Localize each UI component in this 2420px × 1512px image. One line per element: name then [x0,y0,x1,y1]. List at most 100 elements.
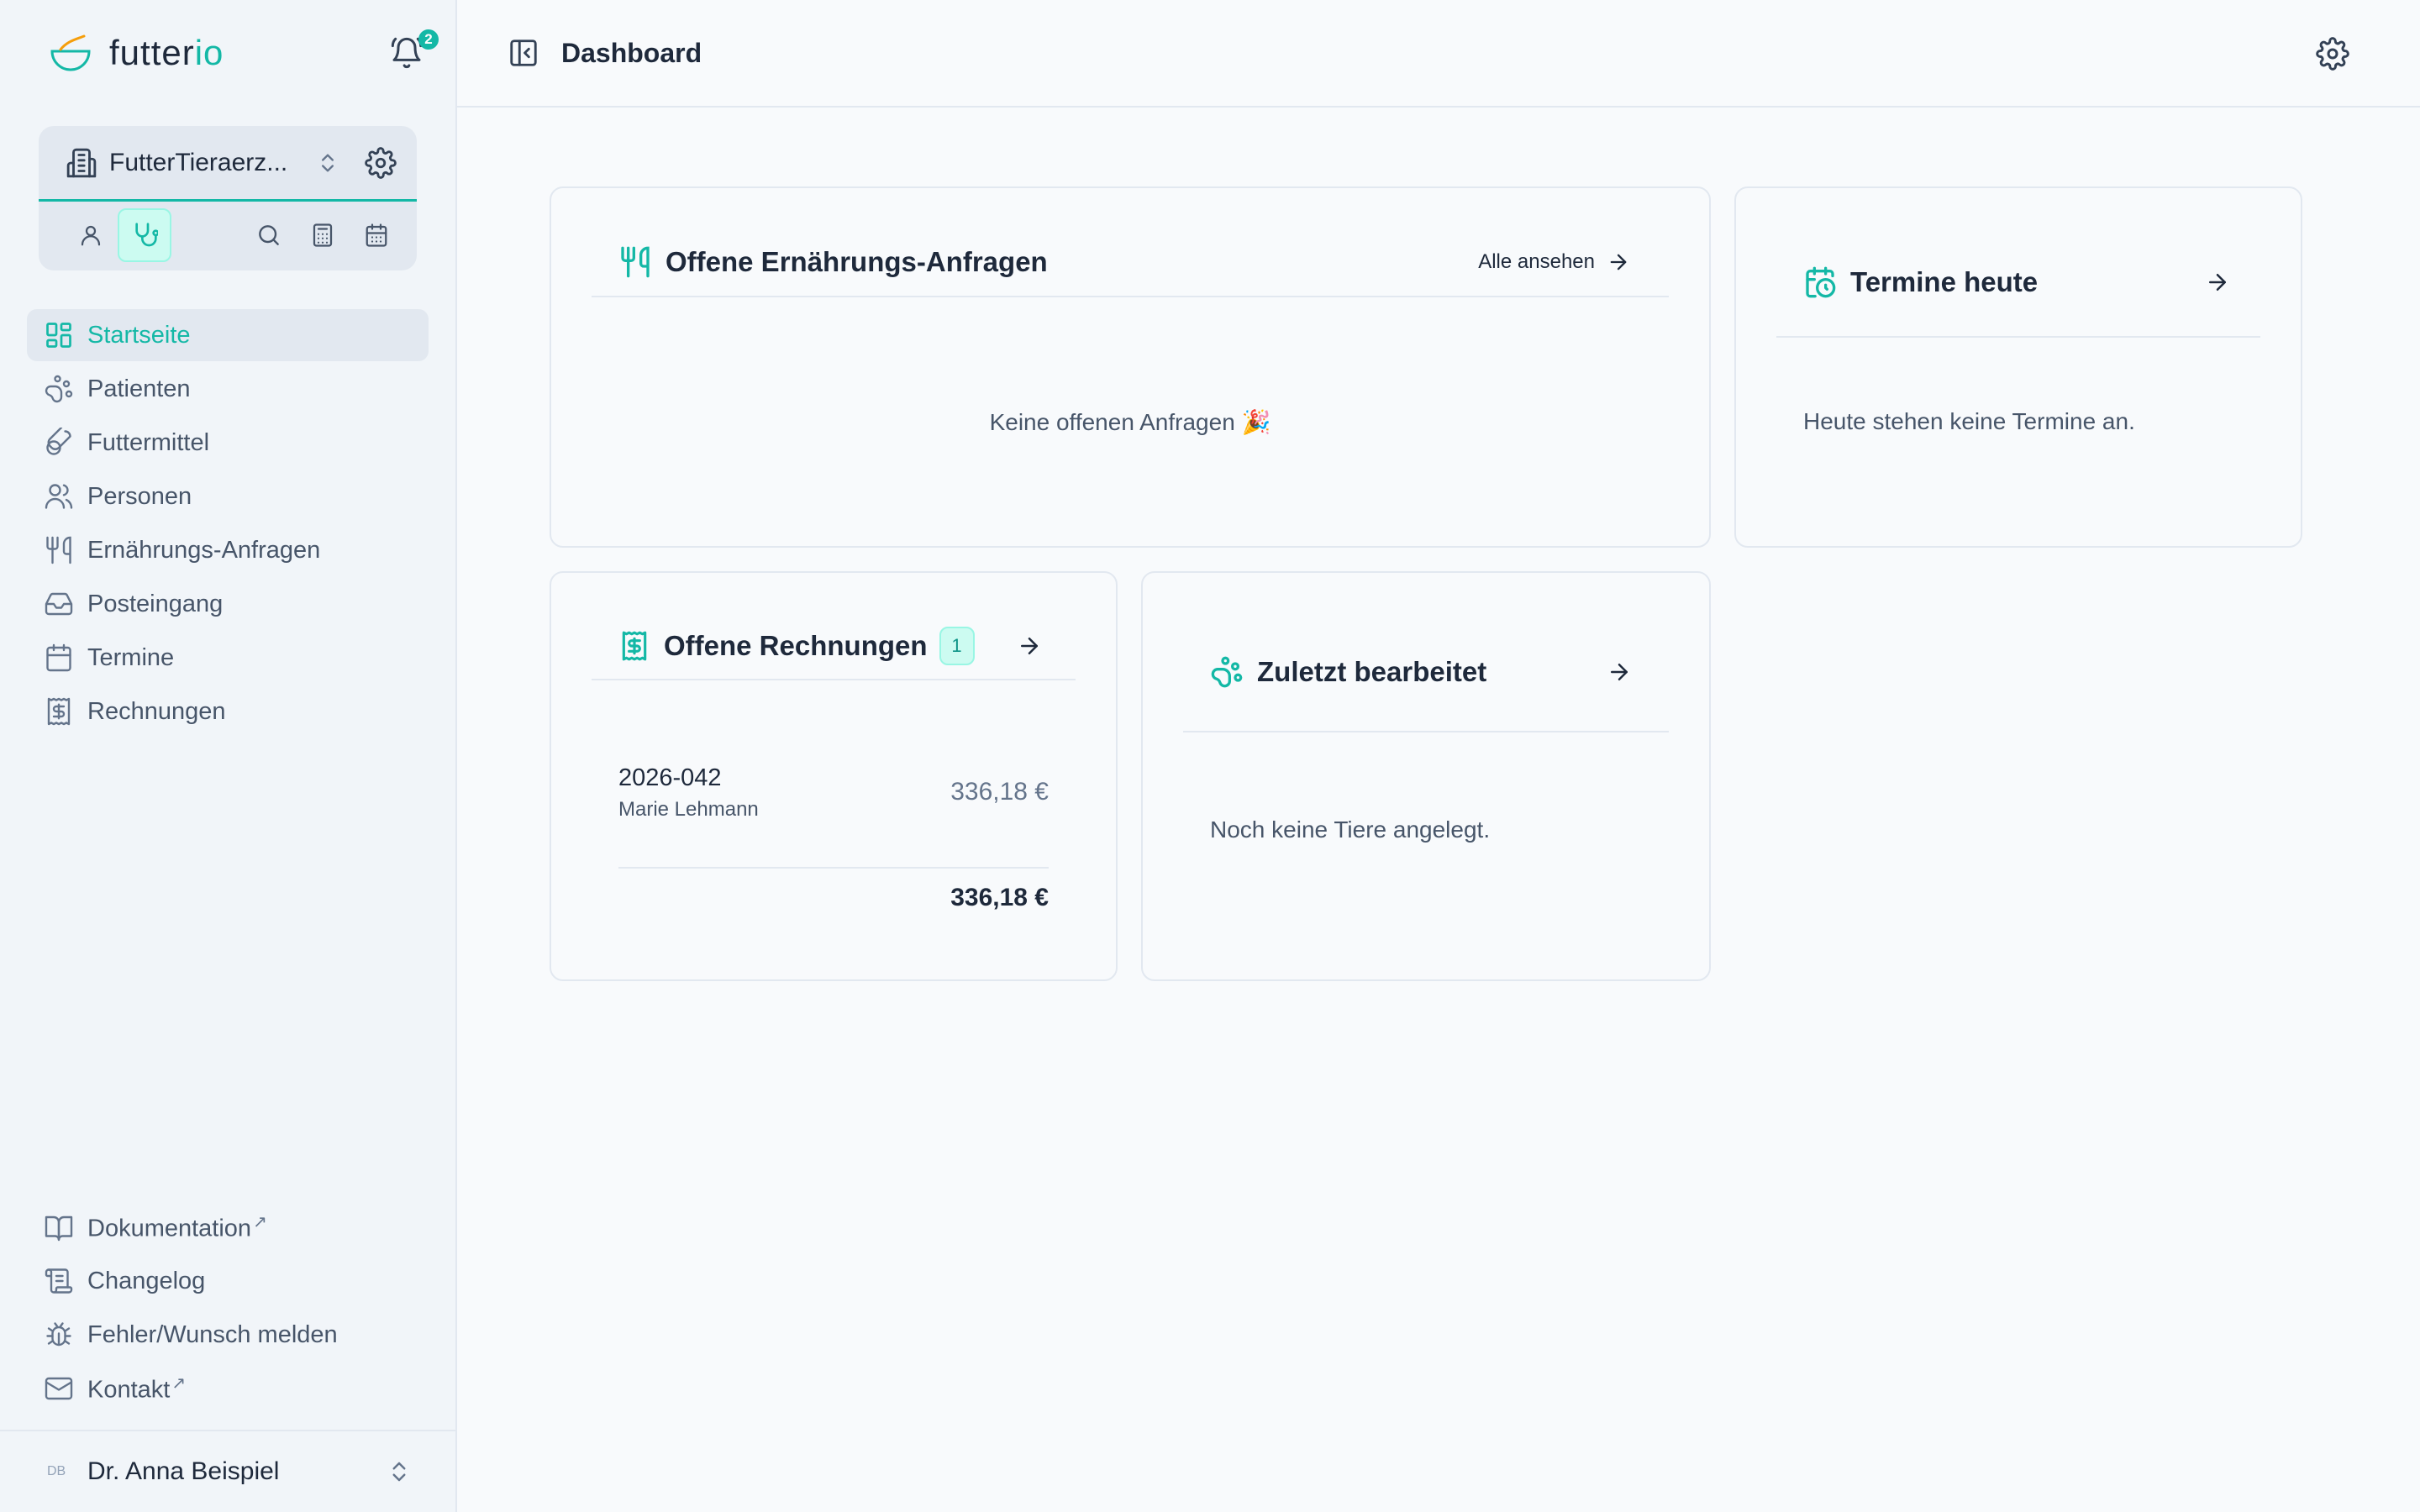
card-header: Termine heute [1776,228,2260,338]
external-link-icon: ↗ [253,1213,267,1232]
secondary-navigation: Dokumentation ↗ Changelog Fehler/Wunsch m… [27,1201,429,1416]
open-invoices-card: Offene Rechnungen 1 2026-042 Marie Lehma… [550,571,1118,981]
nav-label: Ernährungs-Anfragen [87,536,321,564]
nav-label: Termine [87,643,175,671]
main-navigation: Startseite Patienten Futtermittel Person… [0,309,455,739]
sidebar: futterio 2 FutterTieraerz... Startseite … [0,0,457,1512]
invoice-amount: 336,18 € [950,778,1049,806]
org-selector[interactable]: FutterTieraerz... [39,126,417,202]
nav-item-fehler-melden[interactable]: Fehler/Wunsch melden [27,1309,429,1361]
layout-dashboard-icon [44,320,74,350]
calculator-button[interactable] [296,208,350,262]
open-appointments-button[interactable] [2205,270,2230,295]
food-bag-icon [44,428,74,458]
sidebar-toggle-icon[interactable] [508,37,539,69]
nav-label: Dokumentation ↗ [87,1213,267,1242]
nav-item-startseite[interactable]: Startseite [27,309,429,361]
nav-item-dokumentation[interactable]: Dokumentation ↗ [27,1201,429,1253]
book-open-icon [44,1212,74,1242]
main-content: Dashboard Offene Ernährungs-Anfragen All… [457,0,2420,1512]
stethoscope-icon [131,222,158,249]
quick-tools [39,202,417,268]
invoice-row[interactable]: 2026-042 Marie Lehmann 336,18 € [618,764,1049,869]
avatar: DB [47,1464,66,1478]
open-recent-button[interactable] [1607,659,1632,685]
search-button[interactable] [242,208,296,262]
calendar-button[interactable] [350,208,403,262]
nav-item-changelog[interactable]: Changelog [27,1255,429,1307]
calculator-icon [310,223,335,248]
bowl-logo-icon [49,33,92,73]
invoice-number: 2026-042 [618,764,722,791]
nav-item-futtermittel[interactable]: Futtermittel [27,417,429,469]
chevrons-up-down-icon [387,1456,412,1488]
org-settings-gear-icon[interactable] [365,146,397,179]
user-icon [78,223,103,248]
card-title: Offene Rechnungen [664,630,928,661]
organization-switcher: FutterTieraerz... [39,126,417,270]
empty-state-text: Noch keine Tiere angelegt. [1210,816,1491,843]
notification-count-badge: 2 [418,29,439,50]
chevrons-up-down-icon [316,148,339,178]
empty-state-text: Heute stehen keine Termine an. [1803,408,2135,434]
top-bar: Dashboard [457,0,2420,108]
utensils-icon [44,535,74,565]
nav-item-ernaehrungs-anfragen[interactable]: Ernährungs-Anfragen [27,524,429,576]
page-title: Dashboard [561,37,702,68]
search-icon [255,222,282,249]
notifications-button[interactable]: 2 [381,28,439,78]
nav-item-patienten[interactable]: Patienten [27,363,429,415]
nav-label: Rechnungen [87,697,226,725]
nav-item-posteingang[interactable]: Posteingang [27,578,429,630]
paw-print-icon [44,374,74,404]
nav-label: Posteingang [87,590,224,617]
arrow-right-icon [1607,659,1632,685]
user-menu[interactable]: DB Dr. Anna Beispiel [0,1430,455,1512]
invoice-customer: Marie Lehmann [618,798,759,821]
nav-label: Personen [87,482,192,510]
settings-gear-icon[interactable] [2316,37,2349,71]
brand-logo[interactable]: futterio [49,33,224,73]
nav-item-personen[interactable]: Personen [27,470,429,522]
building-icon [66,147,97,179]
nav-label: Changelog [87,1267,206,1294]
nav-label: Futtermittel [87,428,210,456]
invoice-count-badge: 1 [939,627,975,665]
inbox-icon [44,589,74,619]
mail-icon [44,1373,74,1404]
empty-state-text: Keine offenen Anfragen 🎉 [989,409,1271,435]
paw-print-icon [1210,655,1244,689]
scroll-text-icon [44,1266,74,1296]
brand-row: futterio 2 [0,0,455,106]
nav-item-kontakt[interactable]: Kontakt ↗ [27,1362,429,1415]
nav-item-termine[interactable]: Termine [27,632,429,684]
nav-label: Kontakt ↗ [87,1374,187,1404]
card-header: Offene Rechnungen 1 [592,613,1076,680]
open-invoices-button[interactable] [1017,633,1042,659]
nav-label: Fehler/Wunsch melden [87,1320,338,1348]
brand-name: futterio [109,33,224,72]
bug-icon [44,1320,74,1350]
nav-label: Patienten [87,375,191,402]
invoice-total: 336,18 € [950,884,1049,911]
org-name: FutterTieraerz... [109,148,288,176]
calendar-clock-icon [1803,265,1837,299]
person-mode-button[interactable] [64,208,118,262]
receipt-icon [618,629,650,663]
arrow-right-icon [1607,250,1630,274]
card-header: Offene Ernährungs-Anfragen Alle ansehen [592,228,1669,297]
external-link-icon: ↗ [171,1374,187,1394]
nav-label: Startseite [87,321,191,349]
view-all-label: Alle ansehen [1478,250,1595,273]
card-title: Termine heute [1850,266,2039,297]
vet-mode-button[interactable] [118,207,171,262]
calendar-icon [44,643,74,673]
card-title: Zuletzt bearbeitet [1257,656,1487,687]
calendar-grid-icon [364,223,389,248]
card-title: Offene Ernährungs-Anfragen [666,246,1048,277]
nav-item-rechnungen[interactable]: Rechnungen [27,685,429,738]
receipt-icon [44,696,74,727]
recently-edited-card: Zuletzt bearbeitet Noch keine Tiere ange… [1141,571,1711,981]
view-all-link[interactable]: Alle ansehen [1478,250,1630,274]
arrow-right-icon [1017,633,1042,659]
